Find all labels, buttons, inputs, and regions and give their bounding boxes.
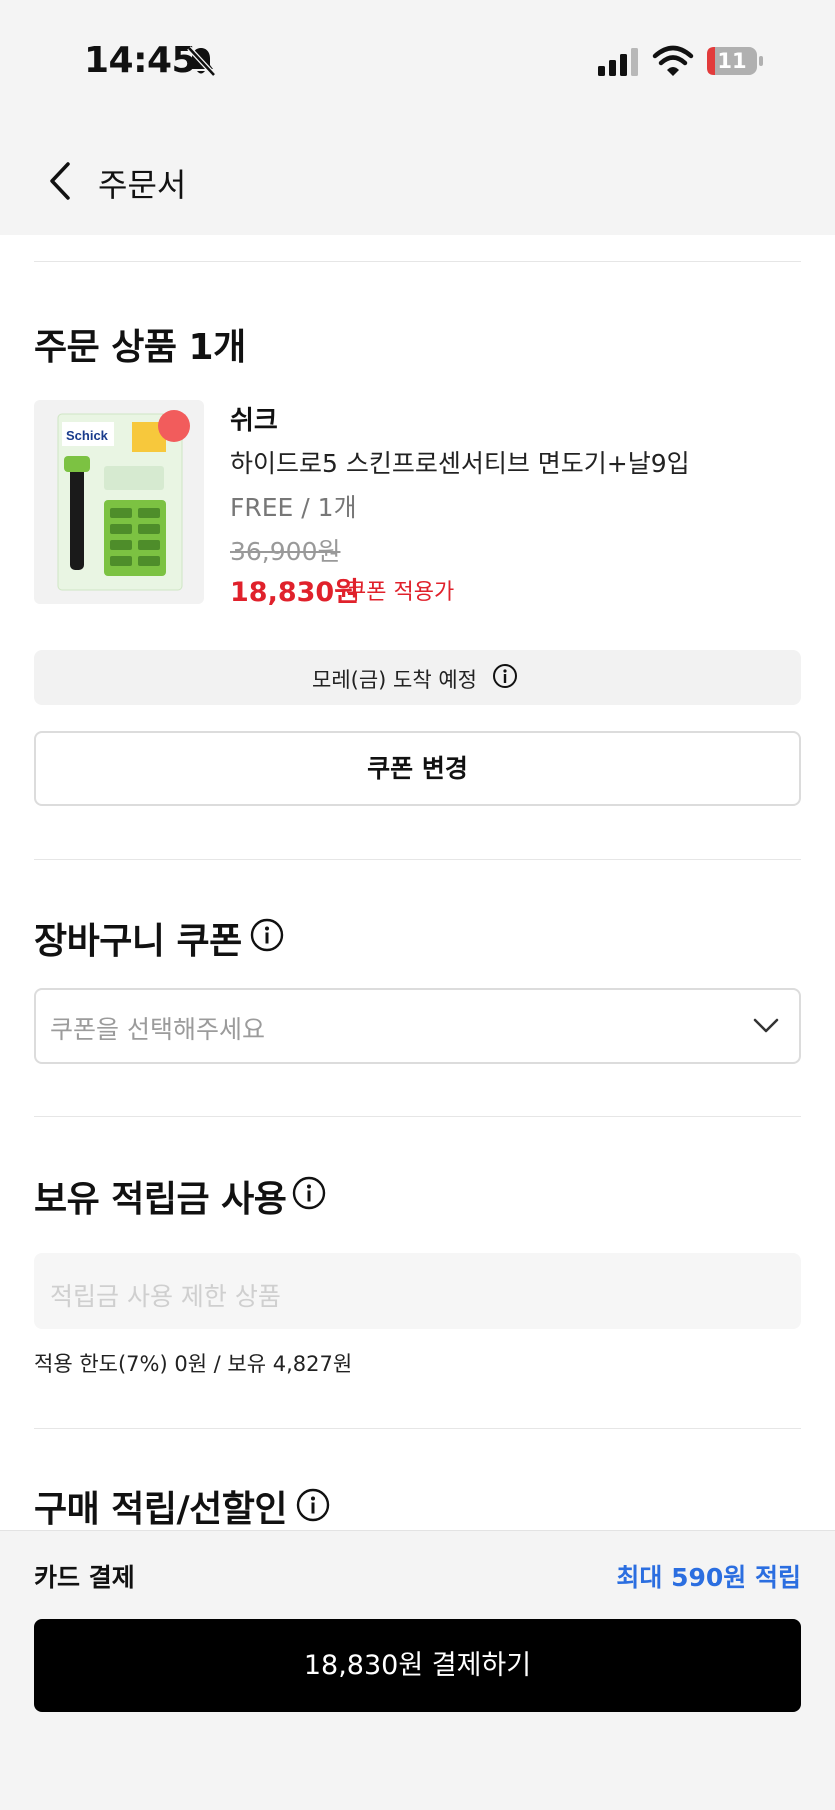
chevron-down-icon: [753, 1018, 779, 1033]
max-reward: 최대 590원 적립: [616, 1563, 801, 1592]
payment-method: 카드 결제: [34, 1563, 135, 1592]
pay-button[interactable]: 18,830원 결제하기: [34, 1619, 801, 1712]
status-bar: 14:45 11: [0, 0, 835, 120]
divider: [34, 1116, 801, 1117]
info-icon[interactable]: [296, 1488, 330, 1522]
divider: [34, 1428, 801, 1429]
sale-price: 18,830원: [230, 577, 360, 608]
signal-icon: [598, 48, 638, 76]
cart-coupon-title: 장바구니 쿠폰: [34, 921, 242, 962]
coupon-applied-label: 쿠폰 적용가: [346, 580, 455, 605]
divider: [34, 261, 801, 262]
product-package-illustration: Schick: [57, 410, 190, 591]
change-coupon-button[interactable]: 쿠폰 변경: [34, 731, 801, 806]
cart-coupon-placeholder: 쿠폰을 선택해주세요: [50, 1015, 265, 1044]
page-title: 주문서: [98, 166, 187, 204]
info-icon[interactable]: [292, 1176, 326, 1210]
product-brand: 쉬크: [230, 406, 278, 436]
points-placeholder: 적립금 사용 제한 상품: [50, 1282, 281, 1311]
order-items-title: 주문 상품 1개: [34, 327, 246, 368]
app-header: 주문서: [0, 120, 835, 235]
product-image[interactable]: Schick: [34, 400, 204, 604]
product-image-label: Schick: [66, 428, 109, 443]
points-limit-info: 적용 한도(7%) 0원 / 보유 4,827원: [34, 1352, 353, 1376]
info-icon[interactable]: [250, 918, 284, 952]
delivery-estimate: 모레(금) 도착 예정: [312, 668, 477, 692]
product-name[interactable]: 하이드로5 스킨프로센서티브 면도기+날9입: [230, 444, 690, 480]
divider: [34, 859, 801, 860]
bell-slash-icon: [187, 46, 216, 77]
chevron-left-icon[interactable]: [42, 158, 82, 204]
battery-level: 11: [717, 49, 747, 73]
original-price: 36,900원: [230, 537, 341, 566]
product-option: FREE / 1개: [230, 493, 357, 522]
info-icon[interactable]: [492, 663, 518, 689]
wifi-icon: [652, 45, 694, 76]
points-title: 보유 적립금 사용: [34, 1179, 287, 1220]
status-time: 14:45: [84, 40, 197, 81]
purchase-reward-title: 구매 적립/선할인: [34, 1489, 288, 1530]
